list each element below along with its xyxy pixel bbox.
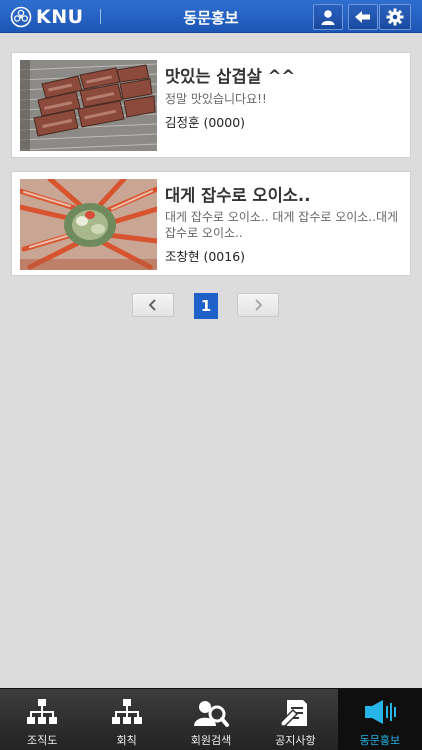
tab-label: 조직도 <box>27 734 58 747</box>
org-chart-icon <box>27 699 58 724</box>
post-author: 김정훈 (0000) <box>165 115 246 130</box>
tab-notice[interactable]: 공지사항 <box>253 689 337 750</box>
current-page-number[interactable]: 1 <box>194 293 218 319</box>
tab-label: 공지사항 <box>275 734 316 747</box>
tab-rules[interactable]: 회칙 <box>84 689 168 750</box>
gear-icon <box>386 8 404 26</box>
post-thumbnail <box>20 179 157 270</box>
post-author: 조창현 (0016) <box>165 249 246 264</box>
next-page-button[interactable] <box>237 293 279 317</box>
tab-alumni-promotion[interactable]: 동문홍보 <box>337 689 422 750</box>
post-title: 맛있는 삽겹살 ^^ <box>165 67 296 86</box>
post-description: 정말 맛있습니다요!! <box>165 92 267 106</box>
app-screen: KNU 동문홍보 맛있는 삽겹살 ^^ 정말 맛있습니다요!! 김정훈 (000… <box>0 0 422 750</box>
back-button[interactable] <box>348 4 378 30</box>
back-arrow-icon <box>355 11 370 23</box>
megaphone-icon <box>364 700 396 724</box>
rules-icon <box>111 699 142 724</box>
tab-org-chart[interactable]: 조직도 <box>0 689 84 750</box>
chevron-right-icon <box>255 299 263 311</box>
top-header: KNU 동문홍보 <box>0 0 422 33</box>
bottom-tab-bar: 조직도 회칙 회원검색 공지사항 동문홍보 <box>0 688 422 750</box>
previous-page-button[interactable] <box>132 293 174 317</box>
tab-label: 회원검색 <box>190 734 232 747</box>
grilled-pork-photo <box>20 60 157 151</box>
notice-icon <box>280 700 308 727</box>
settings-button[interactable] <box>379 4 411 30</box>
user-icon <box>321 10 335 25</box>
tab-label: 동문홍보 <box>359 734 401 747</box>
user-button[interactable] <box>313 4 343 30</box>
snow-crab-photo <box>20 179 157 270</box>
post-card[interactable]: 대게 잡수로 오이소.. 대게 잡수로 오이소.. 대게 잡수로 오이소..대게… <box>11 171 411 276</box>
tab-label: 회칙 <box>116 734 137 747</box>
post-description: 대게 잡수로 오이소.. 대게 잡수로 오이소..대게 잡수로 오이소.. <box>165 210 399 240</box>
tab-member-search[interactable]: 회원검색 <box>169 689 253 750</box>
member-search-icon <box>194 701 230 727</box>
post-card[interactable]: 맛있는 삽겹살 ^^ 정말 맛있습니다요!! 김정훈 (0000) <box>11 52 411 158</box>
post-title: 대게 잡수로 오이소.. <box>165 186 311 205</box>
post-thumbnail <box>20 60 157 151</box>
chevron-left-icon <box>148 299 156 311</box>
